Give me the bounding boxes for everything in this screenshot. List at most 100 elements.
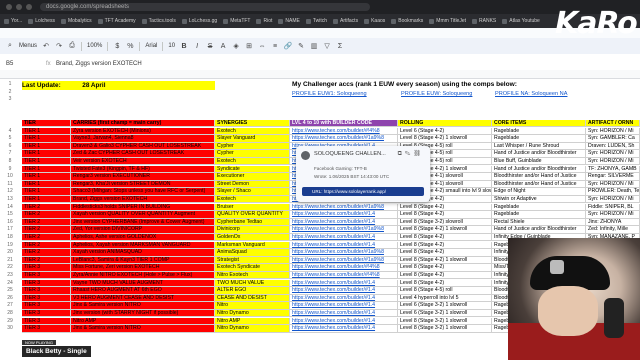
tier-cell[interactable]: TIER 3 (22, 310, 71, 318)
carry-cell[interactable]: Miss Fortune, Zeri version EXOTECH (71, 264, 215, 272)
tier-cell[interactable]: TIER 1 (22, 135, 71, 143)
carry-cell[interactable]: V3 HERO AUGMENT CEASE AND DESIST (71, 294, 215, 303)
carry-cell[interactable]: Zed & Zac CYPHER CASH OUT LOSESTREAK (71, 150, 215, 158)
builder-link-cell[interactable]: https://www.techex.com/builder/#1.4 (290, 325, 398, 333)
art-cell[interactable]: Syn: HORIZON / Mi (586, 150, 640, 158)
tier-cell[interactable]: TIER 1 (22, 142, 71, 151)
functions-icon[interactable]: Σ (336, 42, 344, 50)
syn-cell[interactable]: Cypher (215, 142, 290, 151)
syn-cell[interactable]: GoldenOx (215, 234, 290, 242)
bold-icon[interactable]: B (180, 42, 188, 50)
row-number[interactable]: 16 (0, 219, 20, 225)
tab-icon[interactable] (6, 4, 12, 10)
carry-cell[interactable]: Shaco3 (Mihgan: Stops unless you have RF… (71, 188, 215, 196)
popup-title[interactable]: SOLOQUEENG CHALLEN... (314, 151, 386, 157)
row-number[interactable]: 22 (0, 264, 20, 270)
column-header-rolling[interactable]: ROLLING (398, 120, 492, 128)
row-number[interactable]: 20 (0, 249, 20, 255)
builder-link-cell[interactable]: https://www.techex.com/builder/#!4%8 (290, 272, 398, 280)
bookmark-item[interactable]: Mmm TitleJet (429, 18, 466, 24)
chart-icon[interactable]: ▥ (310, 42, 318, 50)
bookmark-item[interactable]: TFT Academy (97, 18, 136, 24)
syn-cell[interactable]: Strategist (215, 256, 290, 265)
builder-link-cell[interactable]: https://www.techex.com/builder/#1a9%8 (290, 135, 398, 143)
builder-link-cell[interactable]: https://www.techex.com/builder/#1a9%8 (290, 256, 398, 265)
builder-link-cell[interactable]: https://www.techex.com/builder/#1.4 (290, 310, 398, 318)
tier-cell[interactable]: TIER 2 (22, 256, 71, 265)
search-icon[interactable]: ⌕ (6, 42, 14, 50)
core-cell[interactable]: Ragebladе (492, 127, 586, 135)
roll-cell[interactable]: Level 8 (Stage 4-2) (398, 264, 492, 272)
tier-cell[interactable]: TIER 1 (22, 165, 71, 173)
carry-cell[interactable]: LeBlanc3, Samira & Kayn3 TIER 1 COMP (71, 256, 215, 265)
row-number[interactable]: 19 (0, 242, 20, 248)
core-cell[interactable]: Rectal Shiele (492, 218, 586, 227)
comment-icon[interactable]: ✎ (297, 42, 305, 50)
roll-cell[interactable]: Level 6 (Stage 3-2) 1 slowroll (398, 302, 492, 310)
roll-cell[interactable]: Level 8 (Stage 4-2) 1 slowroll (398, 256, 492, 265)
roll-cell[interactable]: Level 8 (Stage 4-5) roll (398, 287, 492, 295)
print-icon[interactable]: ⎙ (68, 42, 76, 50)
bookmark-item[interactable]: NAME (278, 18, 300, 24)
syn-cell[interactable]: QUALITY OVER QUANTITY (215, 211, 290, 219)
font-size-input[interactable]: 10 (168, 43, 175, 49)
builder-link-cell[interactable]: https://www.techex.com/builder/#1.4 (290, 234, 398, 242)
carry-cell[interactable]: Jinx & Samira version NITRO (71, 302, 215, 310)
row-number[interactable]: 10 (0, 173, 20, 179)
syn-cell[interactable]: ALTER EGO (215, 287, 290, 295)
carry-cell[interactable]: Rengar3 version EXECUTIONER (71, 173, 215, 181)
tier-cell[interactable]: TIER 2 (22, 218, 71, 227)
strikethrough-icon[interactable]: S (206, 42, 214, 50)
carry-cell[interactable]: Rhaast HERO AUGMENT AT 6th EGO (71, 287, 215, 295)
bookmark-item[interactable]: Yor... (4, 18, 22, 24)
core-cell[interactable]: Hand of Justice and/or Bloodthirster (492, 165, 586, 173)
undo-icon[interactable]: ↶ (42, 42, 50, 50)
tier-cell[interactable]: TIER 3 (22, 302, 71, 310)
core-cell[interactable]: Last Whisper / Rune Shroud (492, 142, 586, 151)
carry-cell[interactable]: Vayne3, Jarvan4, Sienna8 (71, 135, 215, 143)
syn-cell[interactable]: Exotech (215, 196, 290, 204)
carry-cell[interactable]: Zyra version EXOTECH (Minions) (71, 127, 215, 135)
syn-cell[interactable]: Slayer Vanguard (215, 135, 290, 143)
core-cell[interactable]: Bloodthirster and/or Hand of Justice (492, 173, 586, 181)
roll-cell[interactable]: Level 8 (Stage 4-2) (398, 241, 492, 249)
roll-cell[interactable]: Level 8 (Stage 3-2) 1 slowroll (398, 317, 492, 325)
row-number[interactable]: 8 (0, 158, 20, 164)
carry-cell[interactable]: Twisted Fate3 (Kingpin, TF & HF) (71, 165, 215, 173)
row-number[interactable]: 4 (0, 128, 20, 134)
bookmark-item[interactable]: Lolchess (28, 18, 55, 24)
row-number[interactable]: 5 (0, 135, 20, 141)
builder-link-cell[interactable]: https://www.techex.com/builder/#1a9%8 (290, 226, 398, 234)
unlink-icon[interactable]: ⛓ (413, 151, 424, 157)
row-number[interactable]: 26 (0, 295, 20, 301)
carry-cell[interactable]: Aphelios, Xayah version MARKSMAN VANGUAR… (71, 241, 215, 249)
carry-cell[interactable]: Xayah version QUALITY OVER QUANTITY Augm… (71, 211, 215, 219)
roll-cell[interactable]: Level 4 hyperroll into lvl 5 (398, 294, 492, 303)
bookmark-item[interactable]: LoLchess.gg (181, 18, 217, 24)
art-cell[interactable]: Draven: LUDEN, Sh (586, 142, 640, 151)
syn-cell[interactable]: Street Demon (215, 180, 290, 189)
row-number[interactable]: 6 (0, 143, 20, 149)
tier-cell[interactable]: TIER 1 (22, 158, 71, 166)
carry-cell[interactable]: Jinx & Samira version NITRO (71, 325, 215, 333)
tier-cell[interactable]: TIER 3 (22, 264, 71, 272)
roll-cell[interactable]: Level 8 (Stage 4-2) (398, 272, 492, 280)
core-cell[interactable]: Shiwin or Adaptive (492, 196, 586, 204)
carry-cell[interactable]: Rengar3, Kha'Ji version STREET DEMON (71, 180, 215, 189)
bookmark-item[interactable]: Bookmarks (391, 18, 423, 24)
syn-cell[interactable]: Nitro (215, 302, 290, 310)
tier-cell[interactable]: TIER 1 (22, 188, 71, 196)
core-cell[interactable]: Blue Buff, Guinblade (492, 158, 586, 166)
builder-link-cell[interactable]: https://www.techex.com/builder/#1.4 (290, 211, 398, 219)
roll-cell[interactable]: Level 8 (Stage 4-2) (398, 249, 492, 257)
roll-cell[interactable]: Level 6 (Stage 3-2) 1 slowroll (398, 310, 492, 318)
syn-cell[interactable]: Cypherbane Tedtao (215, 218, 290, 227)
builder-link-cell[interactable]: https://www.techex.com/builder/#1a9%8 (290, 249, 398, 257)
row-number[interactable]: 7 (0, 150, 20, 156)
percent-icon[interactable]: % (126, 42, 134, 50)
tier-cell[interactable]: TIER 3 (22, 272, 71, 280)
bookmark-item[interactable]: MetaTFT (223, 18, 250, 24)
tier-cell[interactable]: TIER 1 (22, 127, 71, 135)
art-cell[interactable]: Jinx: ZHONYA (586, 218, 640, 227)
column-header-synergies[interactable]: SYNERGIES (215, 120, 290, 128)
